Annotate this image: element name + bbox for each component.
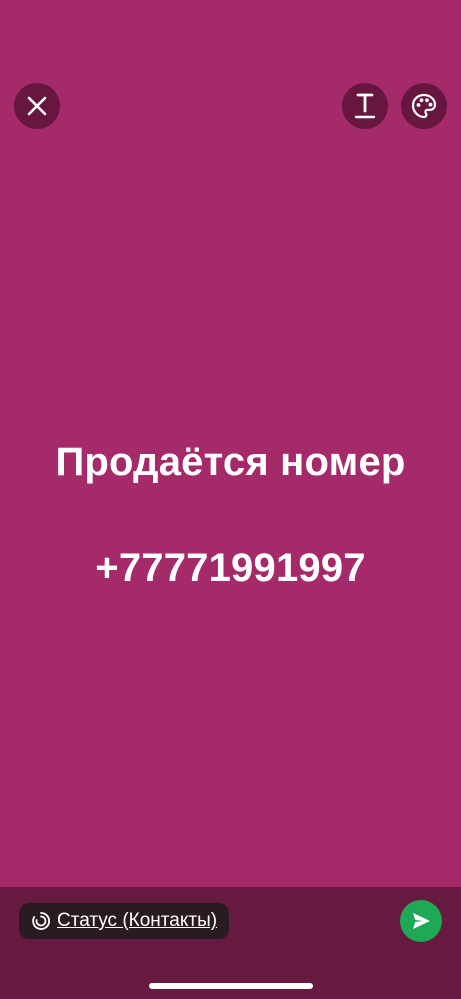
status-text-line-2: +77771991997 <box>95 546 366 590</box>
palette-icon <box>411 93 437 119</box>
status-text-line-1: Продаётся номер <box>55 440 406 484</box>
text-style-button[interactable] <box>342 83 388 129</box>
audience-label: Статус (Контакты) <box>57 910 218 931</box>
close-icon <box>27 96 47 116</box>
send-button[interactable] <box>400 900 442 942</box>
text-format-icon <box>354 93 376 119</box>
home-indicator[interactable] <box>149 983 313 989</box>
audience-selector[interactable]: Статус (Контакты) <box>19 903 230 939</box>
send-icon <box>413 913 430 929</box>
color-palette-button[interactable] <box>401 83 447 129</box>
status-ring-icon <box>32 912 50 930</box>
close-button[interactable] <box>14 83 60 129</box>
